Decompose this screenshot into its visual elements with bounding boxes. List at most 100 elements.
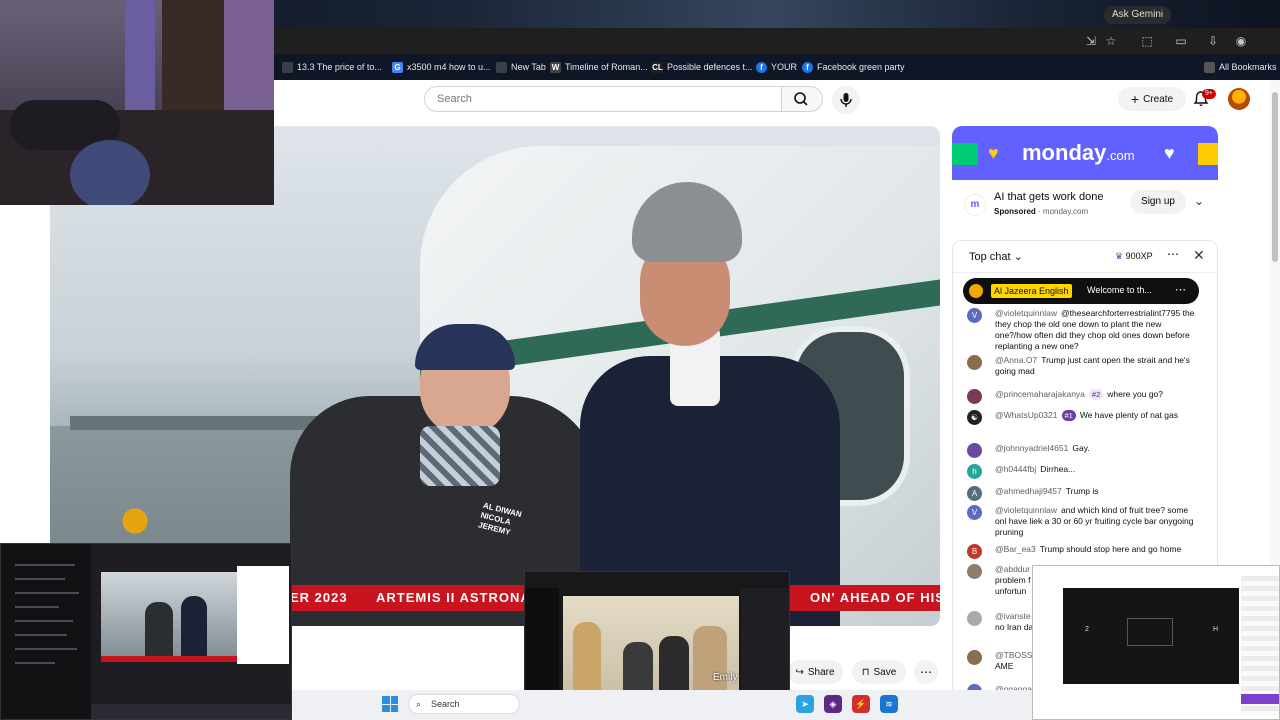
ad-title[interactable]: AI that gets work done [994, 191, 1103, 203]
address-bar-row: Ask Gemini ⇲ ☆ ⬚ ▭ ⇩ ◉ [274, 6, 1280, 54]
window-thumbnail-dark-room[interactable]: 2 H [1032, 565, 1280, 720]
rank-badge: #2 [1088, 389, 1104, 400]
bookmark-item[interactable]: f Facebook green party [802, 59, 905, 75]
folder-icon [1204, 61, 1215, 73]
thumbnail-chat [237, 566, 289, 664]
bookmark-item[interactable]: W Timeline of Roman... [550, 59, 648, 75]
bookmark-item[interactable]: f YOUR [756, 59, 797, 75]
thumbnail-person [573, 622, 601, 692]
download-icon[interactable]: ⇩ [1206, 34, 1220, 48]
avatar[interactable] [1228, 88, 1250, 110]
thumbnail-figure [145, 602, 173, 662]
ticker-text: ARTEMIS II ASTRONA [376, 590, 531, 605]
ad-banner[interactable]: ♥ monday.com ♥ [952, 126, 1218, 180]
bookmark-item[interactable]: 13.3 The price of to... [282, 59, 382, 75]
more-icon[interactable]: ⋯ [1175, 283, 1186, 296]
mic-icon [840, 93, 852, 107]
search-input[interactable]: Search [424, 86, 782, 112]
search-button[interactable] [781, 86, 823, 112]
ad-shape [1198, 143, 1218, 165]
install-icon[interactable]: ⇲ [1084, 34, 1098, 48]
chevron-down-icon: ⌄ [1013, 251, 1023, 263]
yin-yang-icon: ☯ [967, 410, 982, 425]
thumbnail-ticker [101, 656, 241, 662]
profile-icon[interactable]: ◉ [1234, 34, 1248, 48]
signup-button[interactable]: Sign up [1130, 190, 1186, 214]
webcam-curtain [125, 0, 155, 110]
monday-icon: m [964, 194, 986, 216]
all-bookmarks[interactable]: All Bookmarks [1204, 59, 1277, 75]
chevron-down-icon[interactable]: ⌄ [1194, 194, 1204, 208]
voice-search-button[interactable] [832, 86, 860, 114]
more-actions-button[interactable]: ⋯ [914, 660, 938, 684]
wikipedia-icon: W [550, 61, 561, 73]
more-icon[interactable]: ⋯ [1167, 247, 1179, 261]
page-icon [282, 61, 293, 73]
share-icon: ↪ [795, 666, 804, 678]
extensions-icon[interactable]: ⬚ [1140, 34, 1154, 48]
text-line [15, 606, 59, 608]
thumbnail-label: H [1213, 626, 1219, 633]
ask-gemini-button[interactable]: Ask Gemini [1104, 6, 1172, 24]
chat-message: V @violetquinnlaw and which kind of fruit… [967, 505, 1197, 538]
app-icon[interactable]: ≋ [880, 695, 898, 713]
pinned-text: Welcome to th... [1087, 285, 1152, 295]
notification-badge: 9+ [1202, 89, 1216, 99]
thumbnail-screen [1127, 618, 1173, 646]
taskbar-search[interactable]: ⌕ Search [408, 694, 520, 714]
thumbnail-highlight [1241, 694, 1279, 704]
thumbnail-person [659, 636, 689, 692]
telegram-icon[interactable]: ➤ [796, 695, 814, 713]
scrollbar-thumb[interactable] [1272, 92, 1278, 262]
bookmark-item[interactable]: Gx3500 m4 how to u... [392, 59, 491, 75]
chat-message: B @Bar_ea3 Trump should stop here and go … [967, 544, 1197, 559]
thumbnail-video: 2 H [1063, 588, 1239, 684]
man-cap [415, 324, 515, 370]
pinned-message[interactable]: Al Jazeera English Welcome to th... ⋯ [963, 278, 1199, 304]
rank-badge: #1 [1061, 410, 1076, 421]
chat-message: @Anna.O7 Trump just cant open the strait … [967, 355, 1197, 377]
man-scarf [420, 426, 500, 486]
bookmarks-bar: 13.3 The price of to... Gx3500 m4 how to… [274, 54, 1280, 80]
sidepanel-icon[interactable]: ▭ [1174, 34, 1188, 48]
avatar [967, 564, 982, 579]
avatar: h [967, 464, 982, 479]
google-icon: G [392, 61, 403, 73]
webcam-overlay [0, 0, 274, 205]
save-button[interactable]: ⊓ Save [852, 660, 906, 684]
pinned-author: Al Jazeera English [991, 284, 1072, 298]
ticker-text: ON' AHEAD OF HISTOR [810, 590, 940, 605]
chat-message: @johnnyadriel4651 Gay. [967, 443, 1197, 458]
video-woman [570, 156, 870, 626]
avatar [967, 355, 982, 370]
search-icon: ⌕ [416, 699, 422, 709]
avatar: A [967, 486, 982, 501]
text-line [15, 564, 75, 566]
star-icon[interactable]: ☆ [1104, 34, 1118, 48]
create-button[interactable]: + Create [1118, 87, 1186, 111]
xp-badge[interactable]: ♛ 900XP [1115, 251, 1153, 262]
plus-icon: + [1130, 91, 1140, 107]
text-line [15, 648, 77, 650]
share-button[interactable]: ↪ Share [787, 660, 843, 684]
text-line [15, 578, 65, 580]
avatar: B [967, 544, 982, 559]
window-thumbnail-obs[interactable] [0, 543, 292, 720]
ad-sponsored: Sponsored · monday.com [994, 207, 1089, 216]
top-chat-dropdown[interactable]: Top chat ⌄ [969, 250, 1023, 263]
bookmark-item[interactable]: CL Possible defences t... [652, 59, 753, 75]
windows-start-icon[interactable] [382, 696, 398, 712]
text-line [15, 592, 79, 594]
bookmark-item[interactable]: New Tab [496, 59, 546, 75]
chat-header: Top chat ⌄ ♛ 900XP ⋯ ✕ [953, 241, 1217, 273]
bookmark-icon: ⊓ [861, 666, 870, 678]
search-icon [794, 92, 808, 106]
close-icon[interactable]: ✕ [1193, 247, 1205, 264]
app-icon[interactable]: ◈ [824, 695, 842, 713]
webcam-door [162, 0, 224, 120]
app-icon[interactable]: ⚡ [852, 695, 870, 713]
taskbar [292, 690, 1032, 720]
thumbnail-figure [181, 596, 207, 662]
screen: Ask Gemini ⇲ ☆ ⬚ ▭ ⇩ ◉ 13.3 The price of… [0, 0, 1280, 720]
webcam-ball [70, 140, 150, 205]
